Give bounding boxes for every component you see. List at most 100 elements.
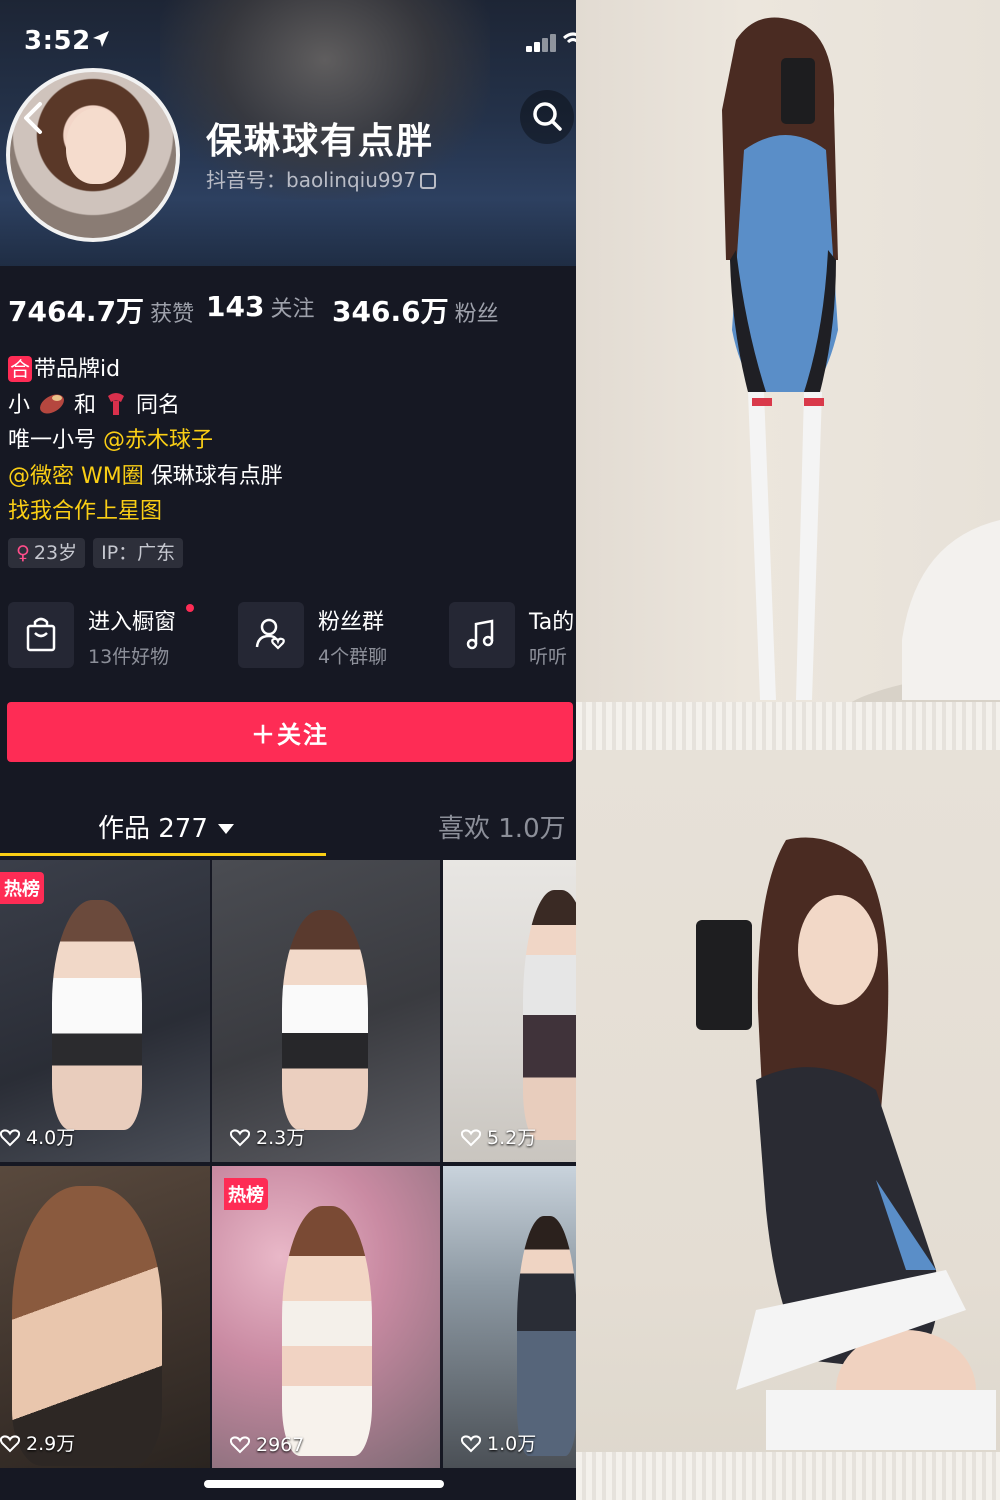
heart-icon (0, 1435, 20, 1453)
stat-likes-value: 7464.7万 (8, 295, 145, 328)
heart-icon (0, 1129, 20, 1147)
profile-screen: 3:52 保琳球有点胖 抖音号：baolinqiu997 7464.7万 获赞 … (0, 0, 576, 1500)
avatar-face-shape (66, 108, 126, 184)
signal-icon (526, 34, 560, 52)
stat-following-value: 143 (206, 290, 265, 323)
stat-likes[interactable]: 7464.7万 获赞 (8, 290, 194, 330)
like-count: 5.2万 (461, 1123, 536, 1150)
profile-tags: ♀ 23岁 IP：广东 (8, 538, 191, 568)
avatar-photo (10, 72, 176, 238)
cooperation-link[interactable]: 找我合作上星图 (8, 499, 162, 524)
mirror-selfie-photo (722, 17, 1000, 750)
douyin-id: 抖音号：baolinqiu997 (206, 168, 417, 192)
shortcut-title: 粉丝群 (318, 610, 385, 635)
caret-down-icon (217, 824, 234, 834)
music-shortcut[interactable]: Ta的 听听 (449, 602, 576, 668)
like-count: 2.9万 (0, 1429, 75, 1456)
video-thumbnail (282, 1206, 372, 1456)
bio-text: 唯一小号 (8, 428, 97, 453)
tab-active-indicator (0, 853, 326, 856)
like-count-value: 2967 (256, 1434, 305, 1456)
female-icon: ♀ (16, 542, 30, 564)
music-note-icon (466, 619, 494, 650)
kneeling-selfie-photo (696, 837, 996, 1450)
like-count-value: 4.0万 (26, 1127, 76, 1149)
video-tile[interactable]: 1.0万 (443, 1166, 576, 1468)
like-count-value: 2.9万 (26, 1433, 76, 1455)
video-thumbnail (52, 900, 142, 1130)
profile-stats: 7464.7万 获赞 143 关注 346.6万 粉丝 (8, 290, 576, 330)
video-thumbnail (523, 890, 576, 1140)
tab-likes[interactable]: 喜欢 1.0万 (438, 808, 566, 845)
video-tile[interactable]: 热榜 4.0万 (0, 860, 210, 1162)
video-tile[interactable]: 热榜 2967 (212, 1166, 440, 1468)
mention-link[interactable]: @赤木球子 (103, 428, 213, 453)
like-count-value: 1.0万 (487, 1433, 537, 1455)
tab-works-label: 作品 277 (98, 814, 208, 844)
fan-group-shortcut[interactable]: 粉丝群 4个群聊 (238, 602, 438, 668)
bio-line: 唯一小号 @赤木球子 (8, 423, 283, 459)
home-indicator (204, 1480, 444, 1488)
stat-followers[interactable]: 346.6万 粉丝 (332, 290, 499, 330)
stat-followers-label: 粉丝 (454, 302, 499, 327)
heart-icon (461, 1435, 481, 1453)
like-count: 2.3万 (230, 1123, 305, 1150)
shortcut-icon-box (8, 602, 74, 668)
status-time: 3:52 (24, 26, 91, 56)
copy-icon[interactable] (420, 173, 437, 189)
rug-shape (576, 702, 1000, 750)
bio-text: 和 (74, 392, 97, 418)
video-tile[interactable]: 2.9万 (0, 1166, 210, 1468)
bio-text: 小 (8, 392, 31, 418)
video-grid: 热榜 4.0万 2.3万 5.2万 2.9万 热榜 2967 1.0万 (0, 860, 576, 1500)
notification-dot (186, 604, 194, 612)
wifi-icon (563, 32, 576, 44)
video-tile[interactable]: 2.3万 (212, 860, 440, 1162)
like-count-value: 5.2万 (487, 1127, 537, 1149)
video-thumbnail (517, 1216, 576, 1456)
bio-line: @微密 WM圈 保琳球有点胖 (8, 459, 283, 495)
tab-works[interactable]: 作品 277 (98, 808, 234, 845)
he-badge: 合 (8, 356, 32, 382)
bio-text: 保琳球有点胖 (150, 463, 283, 489)
heart-icon (230, 1436, 250, 1454)
back-button[interactable] (14, 98, 54, 138)
follow-button[interactable]: ＋关注 (7, 702, 573, 762)
bio-line: 小 和 同名 (8, 388, 283, 424)
age-text: 23岁 (33, 542, 78, 564)
heart-icon (230, 1129, 250, 1147)
profile-nickname: 保琳球有点胖 (206, 121, 435, 162)
photo-top (576, 0, 1000, 750)
shortcut-subtitle: 4个群聊 (318, 646, 388, 668)
like-count-value: 2.3万 (256, 1127, 306, 1149)
profile-shortcuts: 进入橱窗 13件好物 粉丝群 4个群聊 Ta的 听听 (8, 602, 576, 668)
stat-likes-label: 获赞 (150, 302, 195, 327)
bio-text: 带品牌id (34, 357, 121, 382)
video-tile[interactable]: 5.2万 (443, 860, 576, 1162)
bio-line: 合带品牌id (8, 352, 283, 388)
ip-tag: IP：广东 (93, 538, 184, 568)
like-count: 4.0万 (0, 1123, 75, 1150)
mention-link[interactable]: @微密 WM圈 (8, 464, 144, 489)
rug-shape (576, 1452, 1000, 1500)
shortcut-subtitle: 听听 (529, 646, 568, 668)
bio-line: 找我合作上星图 (8, 494, 283, 530)
age-tag: ♀ 23岁 (8, 538, 86, 568)
hot-badge: 热榜 (224, 1178, 268, 1210)
like-count: 2967 (230, 1434, 304, 1456)
bio-text: 同名 (136, 392, 181, 418)
douyin-id-row[interactable]: 抖音号：baolinqiu997 (206, 164, 437, 193)
profile-tabs: 作品 277 喜欢 1.0万 (0, 800, 576, 858)
search-button[interactable] (520, 90, 574, 144)
hot-badge: 热榜 (0, 872, 44, 904)
video-thumbnail (282, 910, 368, 1130)
sweet-potato-emoji-icon (40, 394, 64, 413)
fan-group-icon (255, 618, 285, 650)
shopping-bag-icon (26, 617, 56, 652)
shop-window-shortcut[interactable]: 进入橱窗 13件好物 (8, 602, 228, 668)
shortcut-icon-box (238, 602, 304, 668)
video-thumbnail (12, 1186, 162, 1466)
stat-following-label: 关注 (270, 297, 315, 322)
avatar[interactable] (6, 68, 180, 242)
stat-following[interactable]: 143 关注 (206, 290, 314, 323)
